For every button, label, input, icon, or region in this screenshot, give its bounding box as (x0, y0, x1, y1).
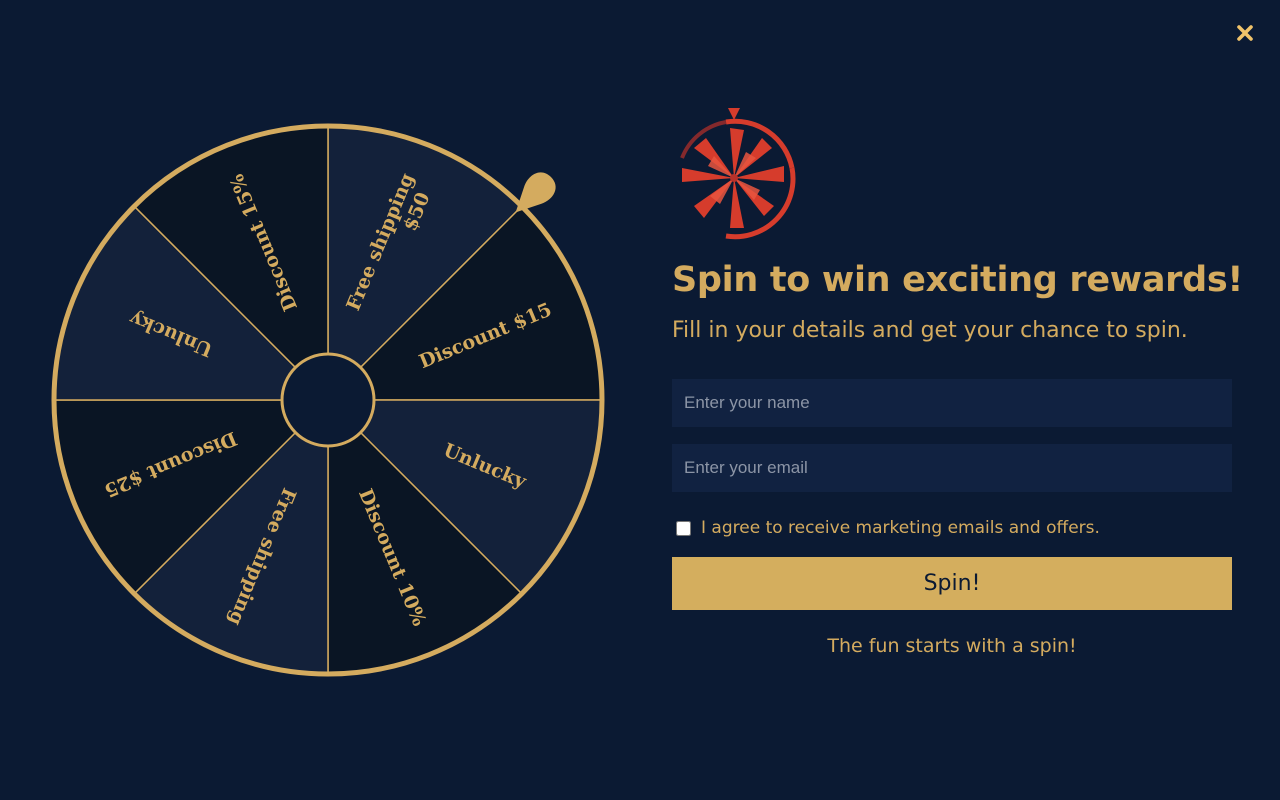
page-title: Spin to win exciting rewards! (672, 260, 1244, 300)
email-input[interactable] (672, 444, 1232, 492)
close-icon (1237, 25, 1253, 41)
prize-wheel-graphic: Free shipping$50Discount $15UnluckyDisco… (51, 123, 605, 677)
agree-label: I agree to receive marketing emails and … (701, 518, 1100, 538)
spin-button[interactable]: Spin! (672, 557, 1232, 610)
prize-wheel[interactable]: Free shipping$50 Discount $15 Unlucky Disco… (48, 120, 608, 680)
agree-checkbox[interactable] (676, 520, 691, 536)
spin-wheel-logo-icon (680, 108, 796, 240)
page-subtitle: Fill in your details and get your chance… (672, 318, 1188, 343)
footer-text: The fun starts with a spin! (827, 635, 1077, 657)
agree-row[interactable]: I agree to receive marketing emails and … (672, 518, 1232, 538)
name-input[interactable] (672, 379, 1232, 427)
signup-panel: Spin to win exciting rewards! Fill in yo… (672, 106, 1244, 657)
spin-popup: Free shipping$50 Discount $15 Unlucky Disco… (0, 0, 1280, 800)
wheel-hub (280, 352, 376, 448)
close-button[interactable] (1232, 20, 1258, 46)
